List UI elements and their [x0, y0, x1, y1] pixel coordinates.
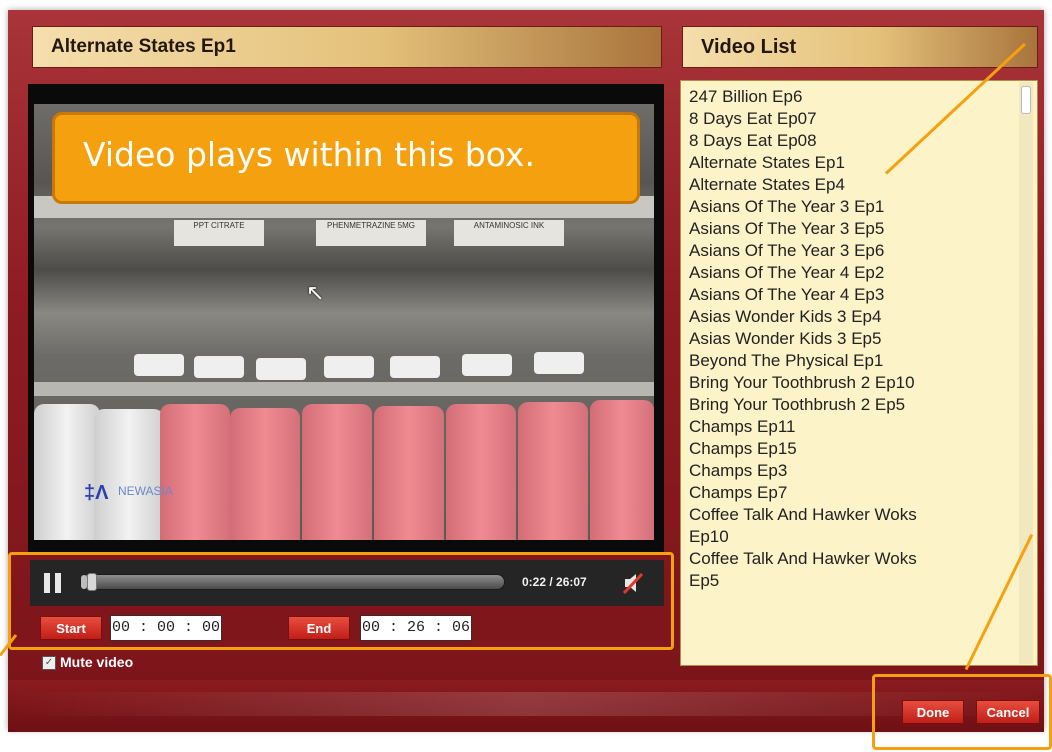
footer-buttons-highlight-box — [872, 674, 1052, 750]
video-title-bar: Alternate States Ep1 — [32, 26, 662, 68]
bottle-pink — [590, 400, 654, 540]
list-item[interactable]: Asias Wonder Kids 3 Ep5 — [689, 329, 881, 349]
list-item[interactable]: Champs Ep11 — [689, 417, 795, 437]
list-item[interactable]: Coffee Talk And Hawker Woks — [689, 549, 917, 569]
video-title: Alternate States Ep1 — [51, 36, 236, 57]
bottle-pink — [446, 404, 516, 540]
list-item[interactable]: 8 Days Eat Ep08 — [689, 131, 817, 151]
list-item[interactable]: Asians Of The Year 3 Ep6 — [689, 241, 884, 261]
video-shelf-label: PHENMETRAZINE 5MG — [316, 220, 426, 246]
list-item[interactable]: Asians Of The Year 3 Ep1 — [689, 197, 884, 217]
mute-video-checkbox[interactable]: ✓ — [42, 656, 56, 670]
bottle-pink — [230, 408, 300, 540]
video-shelf-label: PPT CITRATE — [174, 220, 264, 246]
list-item[interactable]: Ep5 — [689, 571, 719, 591]
bottle-cap — [390, 356, 440, 378]
bottle-white — [94, 409, 164, 540]
video-shelf-label: ANTAMINOSIC INK — [454, 220, 564, 246]
bottle-pink — [518, 402, 588, 540]
list-item[interactable]: Asians Of The Year 4 Ep2 — [689, 263, 884, 283]
channel-logo: ‡Λ — [84, 482, 109, 504]
controls-highlight-box — [8, 552, 674, 650]
list-item-selected[interactable]: Alternate States Ep1 — [689, 153, 845, 173]
bottle-pink — [374, 406, 444, 540]
video-list-title: Video List — [701, 36, 797, 58]
list-item[interactable]: 8 Days Eat Ep07 — [689, 109, 817, 129]
bottle-cap — [324, 356, 374, 378]
video-list-header: Video List — [682, 26, 1038, 68]
list-item[interactable]: Beyond The Physical Ep1 — [689, 351, 883, 371]
list-item[interactable]: Asias Wonder Kids 3 Ep4 — [689, 307, 881, 327]
list-item[interactable]: Bring Your Toothbrush 2 Ep5 — [689, 395, 905, 415]
list-item[interactable]: Alternate States Ep4 — [689, 175, 845, 195]
video-list[interactable]: 247 Billion Ep6 8 Days Eat Ep07 8 Days E… — [680, 80, 1038, 666]
list-item[interactable]: Champs Ep15 — [689, 439, 797, 459]
list-item[interactable]: Asians Of The Year 3 Ep5 — [689, 219, 884, 239]
list-item[interactable]: Ep10 — [689, 527, 729, 547]
bottle-cap — [534, 352, 584, 374]
scrollbar-thumb[interactable] — [1021, 86, 1031, 114]
bottle-white — [34, 404, 100, 540]
callout-video-box: Video plays within this box. — [52, 112, 640, 204]
video-lower-shelf — [34, 382, 654, 396]
bottle-pink — [160, 404, 230, 540]
bottle-pink — [302, 404, 372, 540]
channel-watermark: NEWASIA — [118, 484, 173, 498]
list-item[interactable]: Asians Of The Year 4 Ep3 — [689, 285, 884, 305]
bottle-cap — [462, 354, 512, 376]
mouse-cursor-icon: ↖ — [306, 280, 325, 305]
list-item[interactable]: Bring Your Toothbrush 2 Ep10 — [689, 373, 915, 393]
list-item[interactable]: Coffee Talk And Hawker Woks — [689, 505, 917, 525]
bottle-cap — [256, 358, 306, 380]
list-item[interactable]: Champs Ep3 — [689, 461, 787, 481]
bottle-cap — [134, 354, 184, 376]
list-item[interactable]: Champs Ep7 — [689, 483, 787, 503]
mute-video-label: Mute video — [60, 654, 134, 670]
callout-text: Video plays within this box. — [83, 135, 535, 174]
video-list-scrollbar[interactable] — [1019, 82, 1033, 664]
bottle-cap — [194, 356, 244, 378]
list-item[interactable]: 247 Billion Ep6 — [689, 87, 802, 107]
